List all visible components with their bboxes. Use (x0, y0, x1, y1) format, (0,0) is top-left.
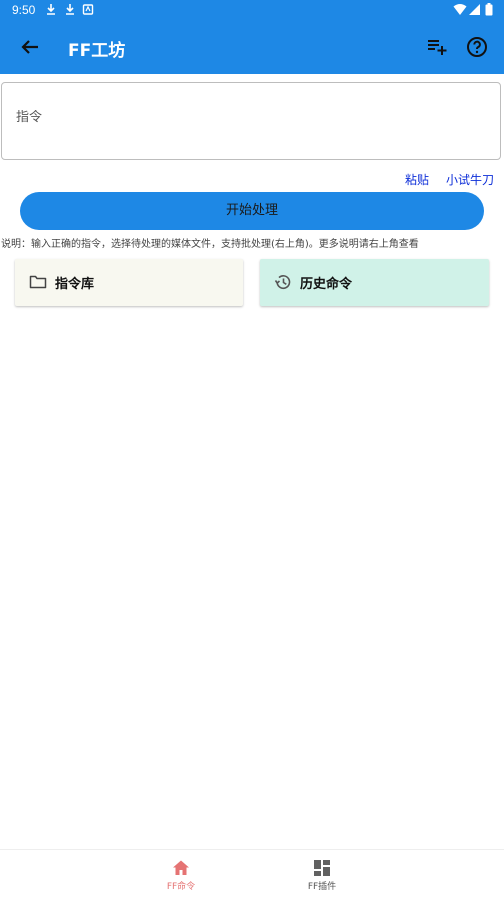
paste-link[interactable]: 粘贴 (405, 171, 429, 188)
download-icon (66, 4, 74, 15)
history-commands-label: 历史命令 (300, 277, 353, 292)
start-processing-button[interactable]: 开始处理 (20, 192, 484, 230)
command-input[interactable] (16, 110, 486, 125)
status-time: 9:50 (12, 3, 36, 17)
signal-icon (469, 4, 480, 15)
page-title: FF工坊 (68, 41, 126, 61)
instructions-text: 说明：输入正确的指令，选择待处理的媒体文件，支持批处理(右上角)。更多说明请右上… (1, 239, 419, 250)
app-bar: FF工坊 (0, 20, 504, 74)
folder-icon (29, 275, 47, 289)
help-circle-icon[interactable] (465, 35, 489, 59)
bottom-navigation: FF命令 FF插件 (0, 849, 504, 898)
tab-ff-plugins[interactable]: FF插件 (282, 850, 362, 898)
download-icon (47, 4, 55, 15)
command-library-label: 指令库 (55, 277, 95, 292)
history-commands-card[interactable]: 历史命令 (260, 259, 489, 306)
battery-icon (485, 3, 493, 16)
home-icon (173, 860, 189, 875)
history-icon (274, 275, 291, 290)
dashboard-icon (314, 860, 330, 876)
tab-ff-commands-label: FF命令 (166, 882, 196, 892)
command-library-card[interactable]: 指令库 (15, 259, 243, 306)
status-bar: 9:50 (0, 0, 504, 20)
notification-icon (82, 4, 94, 15)
wifi-icon (453, 4, 467, 15)
tab-ff-plugins-label: FF插件 (307, 882, 337, 892)
try-example-link[interactable]: 小试牛刀 (446, 171, 494, 188)
playlist-add-icon[interactable] (425, 35, 449, 59)
tab-ff-commands[interactable]: FF命令 (141, 850, 221, 898)
arrow-back-icon[interactable] (18, 35, 42, 59)
command-field[interactable] (1, 82, 501, 160)
